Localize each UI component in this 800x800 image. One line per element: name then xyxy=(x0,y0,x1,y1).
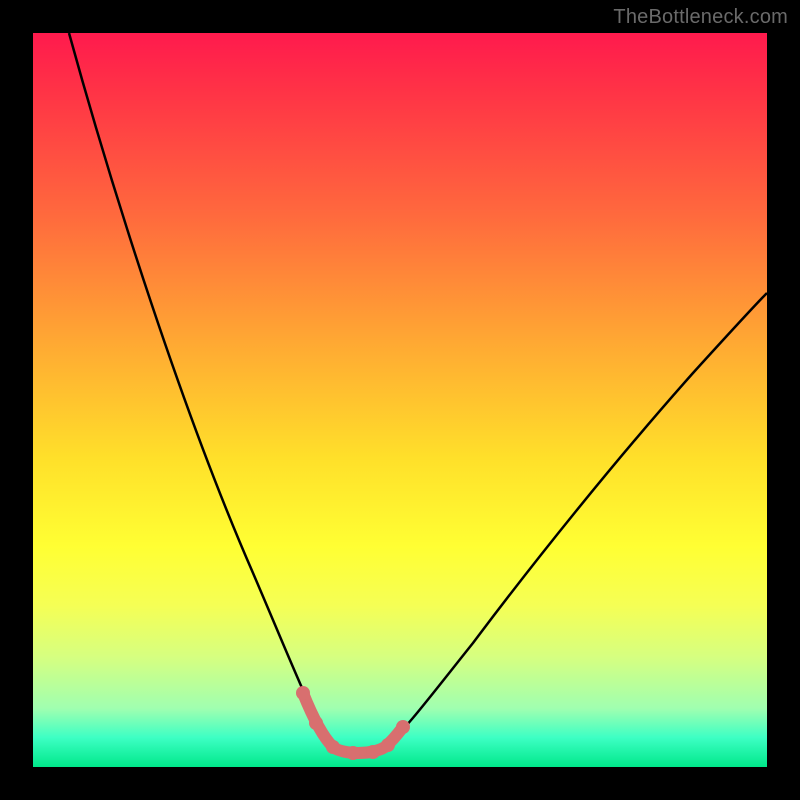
highlight-dot xyxy=(326,740,340,754)
highlight-dot xyxy=(346,746,360,760)
highlight-dot xyxy=(366,745,380,759)
highlight-dot xyxy=(309,716,323,730)
curve-left xyxy=(69,33,333,747)
outer-frame: TheBottleneck.com xyxy=(0,0,800,800)
curve-right xyxy=(385,293,767,747)
watermark-text: TheBottleneck.com xyxy=(613,6,788,29)
highlight-dot xyxy=(381,738,395,752)
highlight-dot xyxy=(396,720,410,734)
chart-svg xyxy=(33,33,767,767)
plot-area xyxy=(33,33,767,767)
highlight-dot xyxy=(296,686,310,700)
